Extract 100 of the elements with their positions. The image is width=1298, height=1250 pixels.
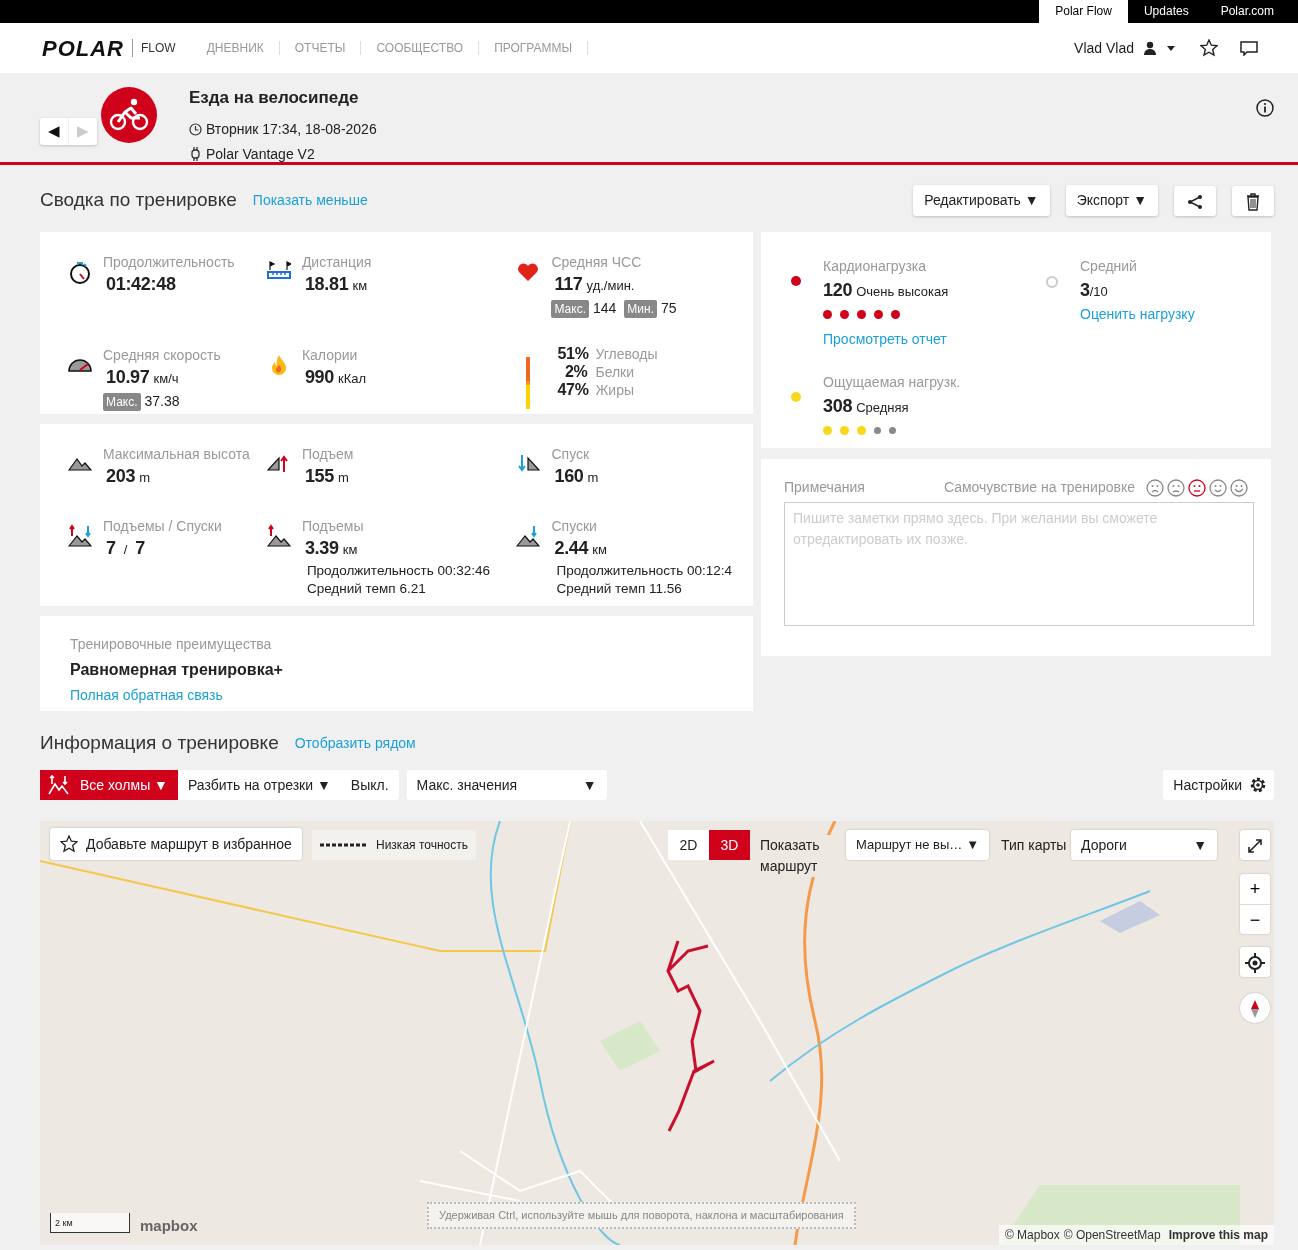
load-value: 120 — [823, 280, 853, 300]
all-hills-button[interactable]: Все холмы ▼ — [40, 770, 178, 800]
mood-icon[interactable] — [1188, 478, 1206, 497]
stat-value: 144 — [592, 299, 617, 318]
scale-bar: 2 км — [50, 1213, 130, 1233]
stat-value: 75 — [661, 299, 677, 318]
stat-value: 117 — [554, 274, 583, 294]
route-select[interactable]: Маршрут не вы… ▼ — [846, 830, 989, 860]
fuel-percent: 47% — [557, 381, 588, 399]
delete-button[interactable] — [1232, 185, 1274, 216]
settings-button[interactable]: Настройки — [1163, 770, 1274, 800]
values-select[interactable]: Макс. значения ▼ — [406, 770, 607, 800]
rating-scale: /10 — [1089, 284, 1108, 299]
stat-value: 160 — [554, 466, 584, 486]
attribution-link[interactable]: © OpenStreetMap — [1063, 1226, 1161, 1244]
brand-logo[interactable]: POLAR — [42, 31, 124, 65]
split-dropdown[interactable]: Разбить на отрезки ▼ — [177, 770, 341, 800]
previous-button[interactable]: ◀ — [40, 118, 68, 145]
user-name[interactable]: Vlad Vlad — [1074, 37, 1134, 59]
route-label: Показать маршрут — [760, 835, 830, 877]
stat-unit: m — [587, 470, 599, 485]
top-link[interactable]: Updates — [1127, 0, 1205, 23]
fuel-label: Углеводы — [595, 345, 658, 363]
clock-icon — [189, 122, 202, 136]
dotted-line-icon — [320, 843, 368, 847]
stat-value: 18.81 — [304, 274, 349, 294]
stat-value: 155 — [304, 466, 335, 486]
compass-icon[interactable] — [1250, 998, 1260, 1019]
top-link[interactable]: Polar Flow — [1039, 0, 1128, 23]
separator: / — [123, 542, 128, 557]
star-icon[interactable] — [1200, 39, 1218, 57]
stat-value: 7 — [106, 538, 116, 558]
settings-icon[interactable] — [1248, 775, 1268, 795]
stat-value: 37.38 — [144, 392, 180, 411]
max-min-badge: Макс. — [551, 299, 589, 318]
share-icon[interactable] — [1187, 193, 1203, 210]
dropdown-button[interactable]: Экспорт ▼ — [1065, 185, 1158, 216]
zoom-in-button[interactable]: + — [1240, 874, 1270, 904]
stat-value: 01:42:48 — [106, 274, 176, 294]
empty-circle-icon — [1046, 276, 1058, 288]
fullscreen-button[interactable] — [1240, 830, 1270, 860]
dropdown-button[interactable]: Редактировать ▼ — [913, 185, 1050, 216]
stat-label: Калории — [301, 346, 359, 365]
stat-label: Максимальная высота — [103, 445, 250, 464]
benefit-value: Равномерная тренировка+ — [70, 660, 284, 680]
device-name: Polar Vantage V2 — [206, 144, 315, 164]
mountain-arrows-icon — [68, 524, 92, 548]
fuel-percent: 51% — [557, 345, 588, 363]
session-datetime: Вторник 17:34, 18-08-2026 — [206, 119, 377, 139]
feeling-label: Самочувствие на тренировке — [943, 478, 1135, 497]
info-icon[interactable] — [1256, 99, 1274, 117]
mood-icon[interactable] — [1230, 478, 1248, 497]
stat-value: 3.39 — [304, 538, 339, 558]
fuel-label: Жиры — [595, 381, 635, 399]
improve-map-link[interactable]: Improve this map — [1168, 1226, 1268, 1244]
rating-value: 3 — [1080, 280, 1090, 300]
product-name: FLOW — [132, 39, 176, 57]
user-icon[interactable] — [1142, 40, 1158, 56]
stat-value: 2.44 — [554, 538, 589, 558]
mapbox-logo: mapbox — [140, 1216, 198, 1236]
mountain-arrows-icon[interactable] — [48, 775, 70, 795]
max-min-badge: Мин. — [624, 299, 657, 318]
stat-value: 203 — [106, 466, 136, 486]
expand-icon[interactable] — [1247, 837, 1263, 854]
star-icon[interactable] — [60, 835, 78, 853]
map-type-select[interactable]: Дороги ▼ — [1071, 830, 1217, 860]
view-toggle[interactable]: 2D — [668, 830, 709, 860]
stat-detail: Средний темп 11.56 — [555, 580, 683, 598]
stat-label: Подъемы / Спуски — [103, 517, 222, 536]
off-button[interactable]: Выкл. — [340, 770, 399, 800]
map-hint: Удерживая Ctrl, используйте мышь для поворота, наклона и масштабирования — [427, 1202, 856, 1229]
chat-icon[interactable] — [1240, 40, 1258, 56]
attribution-link[interactable]: © Mapbox — [1004, 1226, 1060, 1244]
benefit-label: Тренировочные преимущества — [70, 635, 273, 654]
stopwatch-icon — [68, 260, 92, 284]
stat-detail: Средний темп 6.21 — [305, 580, 427, 598]
cycling-icon — [101, 87, 157, 143]
mood-icon[interactable] — [1146, 478, 1164, 497]
mood-icon[interactable] — [1209, 478, 1227, 497]
stat-detail: Продолжительность 00:32:46 — [305, 562, 491, 580]
favorite-button[interactable]: Добавьте маршрут в избранное — [50, 828, 302, 860]
stat-label: Средняя скорость — [103, 346, 221, 365]
stat-unit: уд./мин. — [586, 278, 635, 293]
caret-icon[interactable] — [1166, 44, 1176, 52]
stat-unit: км — [352, 278, 368, 293]
stat-unit: m — [338, 470, 349, 485]
section-title: Сводка по тренировке — [40, 188, 237, 213]
zoom-out-button[interactable]: − — [1240, 904, 1270, 934]
trash-icon[interactable] — [1246, 192, 1260, 211]
watch-icon — [189, 147, 202, 161]
top-link[interactable]: Polar.com — [1204, 0, 1290, 23]
session-title: Езда на велосипеде — [189, 87, 360, 109]
mood-icon[interactable] — [1167, 478, 1185, 497]
mountain-arrow-icon — [516, 524, 541, 548]
share-button[interactable] — [1174, 185, 1216, 216]
notes-label: Примечания — [784, 478, 865, 497]
view-toggle[interactable]: 3D — [709, 830, 750, 860]
stat-label: Средняя ЧСС — [551, 253, 643, 272]
section-title: Информация о тренировке — [40, 730, 279, 755]
stat-unit: км — [592, 542, 607, 557]
